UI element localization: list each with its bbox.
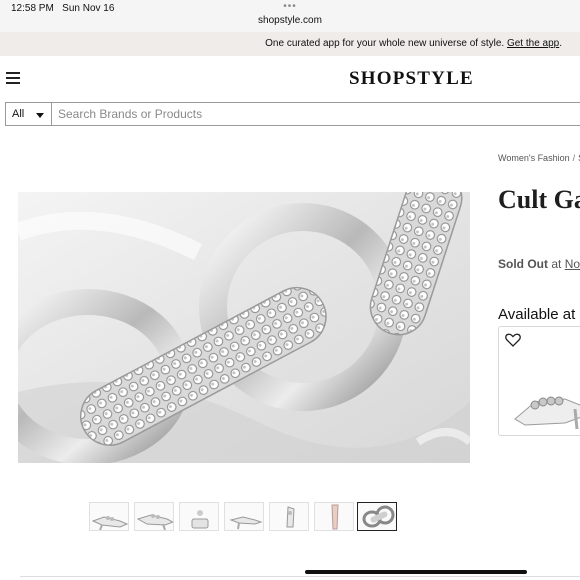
shopstyle-logo[interactable]: SHOPSTYLE bbox=[349, 68, 474, 90]
menu-icon[interactable] bbox=[6, 72, 20, 84]
thumbnail-5[interactable] bbox=[269, 502, 309, 531]
address-bar-url[interactable]: shopstyle.com bbox=[0, 15, 580, 26]
status-bar: 12:58 PM Sun Nov 16 ••• shopstyle.com bbox=[0, 0, 580, 32]
breadcrumb-item-womens-fashion[interactable]: Women's Fashion bbox=[498, 153, 570, 163]
breadcrumb: Women's Fashion/S bbox=[498, 153, 580, 163]
thumbnail-3[interactable] bbox=[179, 502, 219, 531]
home-indicator[interactable] bbox=[305, 570, 527, 574]
promo-banner: One curated app for your whole new unive… bbox=[0, 32, 580, 56]
sold-out-status: Sold Out bbox=[498, 257, 548, 271]
caret-down-icon bbox=[36, 113, 44, 118]
status-time: 12:58 PM Sun Nov 16 bbox=[11, 3, 114, 14]
get-app-link[interactable]: Get the app bbox=[507, 38, 559, 49]
more-dots-icon[interactable]: ••• bbox=[280, 1, 300, 12]
search-bar: All bbox=[5, 102, 580, 127]
available-at-heading: Available at 1 bbox=[498, 306, 580, 323]
site-header: SHOPSTYLE bbox=[0, 56, 580, 102]
retailer-card[interactable] bbox=[498, 326, 580, 436]
thumbnail-1[interactable] bbox=[89, 502, 129, 531]
at-text: at bbox=[551, 257, 562, 271]
thumbnail-4[interactable] bbox=[224, 502, 264, 531]
store-link[interactable]: Nord bbox=[565, 257, 580, 271]
thumbnail-7-active[interactable] bbox=[357, 502, 397, 531]
category-selected-value: All bbox=[12, 108, 25, 120]
breadcrumb-separator: / bbox=[572, 153, 576, 163]
promo-text: One curated app for your whole new unive… bbox=[265, 38, 505, 49]
thumbnail-strip bbox=[89, 502, 401, 533]
chain-strap-closeup-image bbox=[18, 192, 470, 463]
sandal-product-image bbox=[514, 396, 580, 430]
product-main-image[interactable] bbox=[18, 192, 470, 463]
category-select[interactable]: All bbox=[5, 102, 51, 126]
availability-line: Sold Out at Nord bbox=[498, 257, 580, 271]
thumbnail-6[interactable] bbox=[314, 502, 354, 531]
product-title: Cult Ga bbox=[498, 185, 580, 214]
promo-suffix: . bbox=[559, 38, 562, 49]
clock-time: 12:58 PM bbox=[11, 3, 54, 14]
search-input[interactable] bbox=[51, 102, 580, 126]
heart-icon[interactable] bbox=[505, 333, 521, 347]
thumbnail-2[interactable] bbox=[134, 502, 174, 531]
promo-message: One curated app for your whole new unive… bbox=[265, 38, 562, 49]
divider bbox=[20, 576, 580, 577]
clock-date: Sun Nov 16 bbox=[62, 3, 115, 14]
